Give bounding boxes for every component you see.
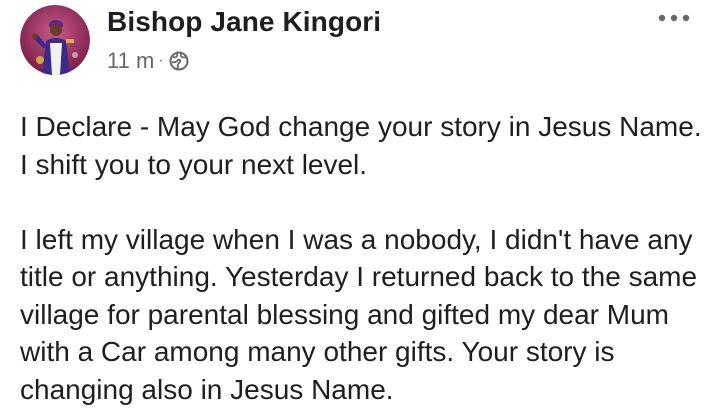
globe-icon[interactable] [169,51,189,71]
avatar-photo [20,5,90,75]
post-card: Bishop Jane Kingori 11 m · I Declare - M… [0,0,720,420]
author-avatar[interactable] [20,5,90,75]
post-paragraph: I left my village when I was a nobody, I… [20,223,698,405]
post-timestamp[interactable]: 11 m [107,48,154,74]
post-content: I Declare - May God change your story in… [20,108,710,408]
post-meta: 11 m · [107,48,189,74]
meta-separator: · [158,52,164,69]
post-paragraph: I Declare - May God change your story in… [20,111,702,180]
more-options-icon[interactable] [658,8,690,28]
author-name[interactable]: Bishop Jane Kingori [107,6,381,38]
